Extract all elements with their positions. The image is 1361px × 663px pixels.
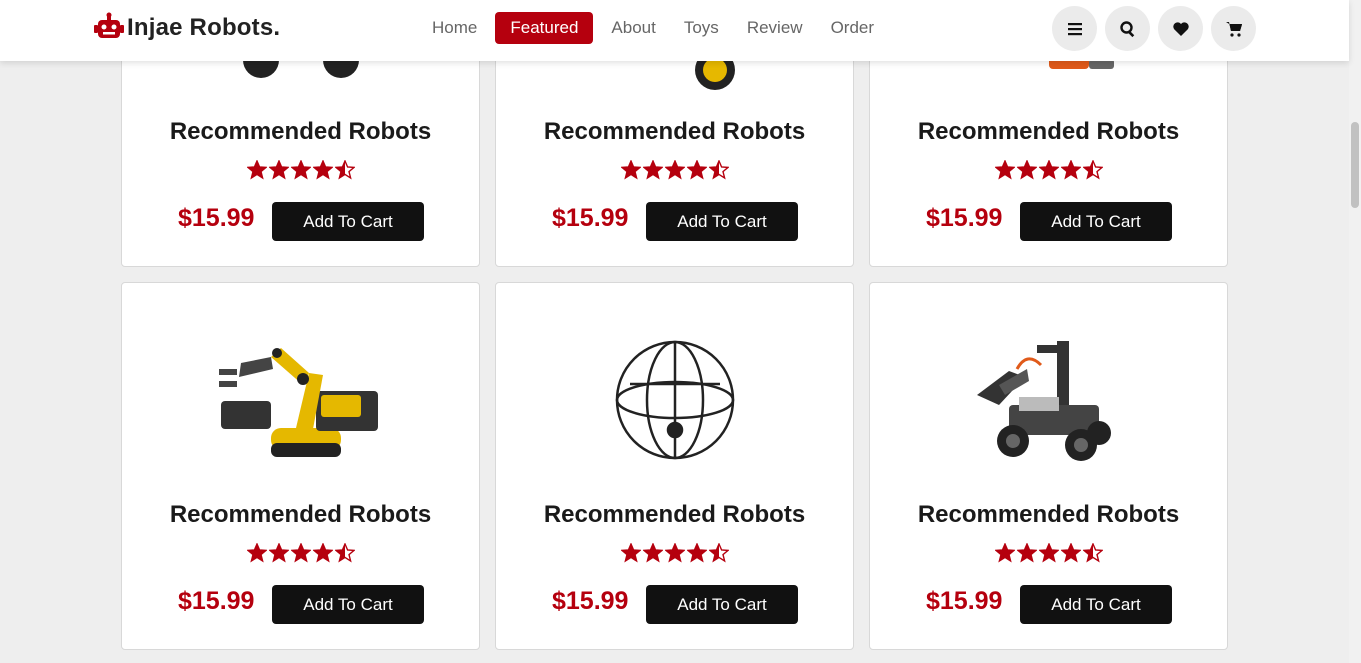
product-rating bbox=[122, 160, 479, 180]
star-full-icon bbox=[1016, 543, 1037, 563]
product-card: Recommended Robots $15.99 Add To Cart bbox=[495, 282, 854, 650]
header-icons bbox=[1052, 6, 1256, 51]
star-full-icon bbox=[1060, 543, 1081, 563]
brand-name: Injae Robots. bbox=[127, 14, 281, 41]
star-full-icon bbox=[268, 160, 289, 180]
star-half-icon bbox=[334, 160, 355, 180]
product-title: Recommended Robots bbox=[169, 118, 432, 145]
product-image bbox=[496, 323, 853, 483]
product-price: $15.99 bbox=[552, 587, 629, 615]
star-full-icon bbox=[686, 543, 707, 563]
add-to-cart-button[interactable]: Add To Cart bbox=[1020, 585, 1172, 624]
search-button[interactable] bbox=[1105, 6, 1150, 51]
search-icon bbox=[1119, 20, 1134, 37]
product-image bbox=[870, 323, 1227, 483]
product-card: Recommended Robots $15.99 Add To Cart bbox=[121, 282, 480, 650]
star-full-icon bbox=[994, 160, 1015, 180]
product-rating bbox=[870, 543, 1227, 563]
product-price: $15.99 bbox=[926, 587, 1003, 615]
nav-toys[interactable]: Toys bbox=[674, 12, 729, 44]
product-title: Recommended Robots bbox=[917, 118, 1180, 145]
nav-about[interactable]: About bbox=[601, 12, 665, 44]
cart-button[interactable] bbox=[1211, 6, 1256, 51]
heart-icon bbox=[1172, 21, 1189, 36]
star-half-icon bbox=[1082, 160, 1103, 180]
star-full-icon bbox=[994, 543, 1015, 563]
product-price: $15.99 bbox=[552, 204, 629, 232]
star-full-icon bbox=[246, 160, 267, 180]
nav-featured[interactable]: Featured bbox=[495, 12, 594, 44]
product-rating bbox=[122, 543, 479, 563]
star-full-icon bbox=[620, 543, 641, 563]
product-rating bbox=[496, 543, 853, 563]
scrollbar-thumb[interactable] bbox=[1351, 122, 1359, 208]
product-price: $15.99 bbox=[926, 204, 1003, 232]
product-title: Recommended Robots bbox=[543, 501, 806, 528]
main-nav: Home Featured About Toys Review Order bbox=[422, 12, 892, 44]
star-full-icon bbox=[1038, 543, 1059, 563]
nav-home[interactable]: Home bbox=[422, 12, 487, 44]
star-half-icon bbox=[334, 543, 355, 563]
star-full-icon bbox=[290, 543, 311, 563]
nav-order[interactable]: Order bbox=[821, 12, 884, 44]
star-full-icon bbox=[312, 543, 333, 563]
product-title: Recommended Robots bbox=[917, 501, 1180, 528]
add-to-cart-button[interactable]: Add To Cart bbox=[1020, 202, 1172, 241]
site-header: Injae Robots. Home Featured About Toys R… bbox=[0, 0, 1349, 61]
star-full-icon bbox=[642, 160, 663, 180]
page-scrollbar[interactable] bbox=[1349, 0, 1361, 663]
product-rating bbox=[870, 160, 1227, 180]
star-full-icon bbox=[686, 160, 707, 180]
wishlist-button[interactable] bbox=[1158, 6, 1203, 51]
product-title: Recommended Robots bbox=[169, 501, 432, 528]
product-rating bbox=[496, 160, 853, 180]
product-image bbox=[122, 323, 479, 483]
add-to-cart-button[interactable]: Add To Cart bbox=[272, 585, 424, 624]
nav-review[interactable]: Review bbox=[737, 12, 813, 44]
star-full-icon bbox=[620, 160, 641, 180]
star-full-icon bbox=[642, 543, 663, 563]
cart-icon bbox=[1225, 21, 1242, 37]
add-to-cart-button[interactable]: Add To Cart bbox=[272, 202, 424, 241]
star-full-icon bbox=[246, 543, 267, 563]
product-card: Recommended Robots $15.99 Add To Cart bbox=[869, 282, 1228, 650]
star-full-icon bbox=[1016, 160, 1037, 180]
star-full-icon bbox=[664, 543, 685, 563]
star-full-icon bbox=[1060, 160, 1081, 180]
add-to-cart-button[interactable]: Add To Cart bbox=[646, 585, 798, 624]
star-half-icon bbox=[708, 543, 729, 563]
star-full-icon bbox=[268, 543, 289, 563]
star-half-icon bbox=[1082, 543, 1103, 563]
star-half-icon bbox=[708, 160, 729, 180]
star-full-icon bbox=[290, 160, 311, 180]
add-to-cart-button[interactable]: Add To Cart bbox=[646, 202, 798, 241]
product-price: $15.99 bbox=[178, 204, 255, 232]
menu-button[interactable] bbox=[1052, 6, 1097, 51]
brand-logo[interactable]: Injae Robots. bbox=[93, 12, 280, 44]
star-full-icon bbox=[664, 160, 685, 180]
star-full-icon bbox=[1038, 160, 1059, 180]
star-full-icon bbox=[312, 160, 333, 180]
robot-icon bbox=[94, 12, 124, 38]
menu-icon bbox=[1067, 22, 1082, 35]
product-price: $15.99 bbox=[178, 587, 255, 615]
product-title: Recommended Robots bbox=[543, 118, 806, 145]
